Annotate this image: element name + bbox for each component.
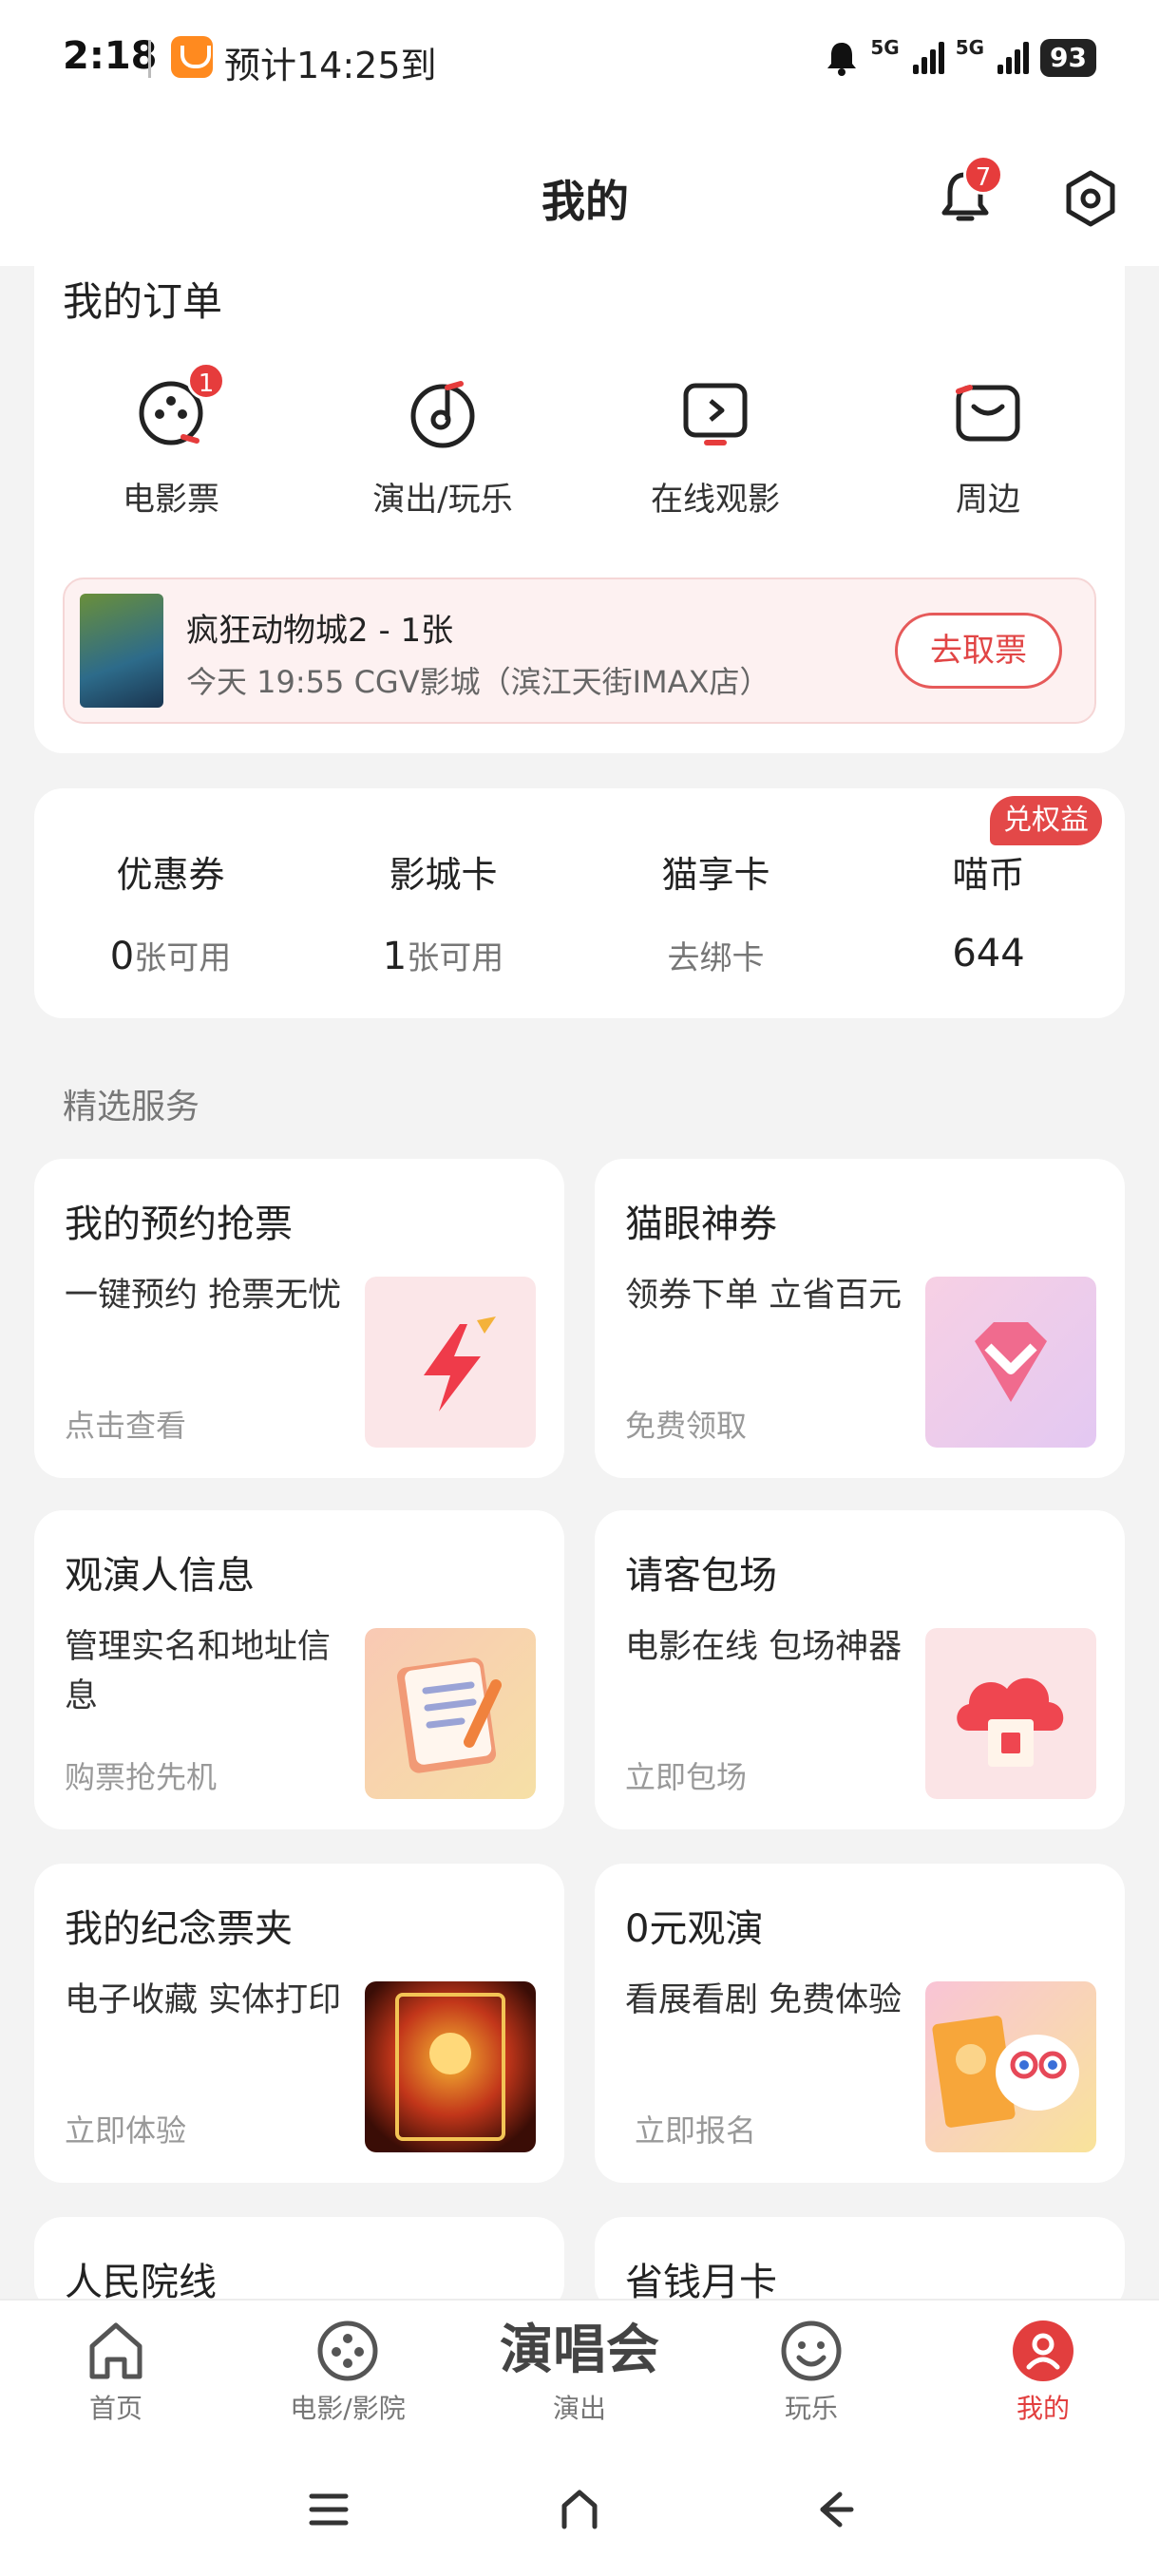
tab-label: 演出 bbox=[552, 2393, 606, 2424]
service-cta: 购票抢先机 bbox=[65, 1759, 218, 1795]
tab-label: 玩乐 bbox=[784, 2393, 838, 2424]
order-movie-tickets[interactable]: 电影票 bbox=[57, 378, 285, 520]
service-title: 观演人信息 bbox=[65, 1554, 255, 1598]
cloud-ticket-icon bbox=[925, 1628, 1096, 1799]
tab-label: 电影/影院 bbox=[290, 2393, 406, 2424]
notification-badge: 7 bbox=[963, 155, 1003, 195]
back-icon[interactable] bbox=[804, 2481, 861, 2538]
order-badge: 1 bbox=[187, 362, 225, 400]
battery-icon: 93 bbox=[1040, 39, 1096, 77]
wallet-cat-card[interactable]: 猫享卡 去绑卡 bbox=[580, 845, 852, 978]
tab-fun[interactable]: 玩乐 bbox=[716, 2318, 906, 2426]
service-desc: 领券下单 立省百元 bbox=[625, 1277, 902, 1315]
home-nav-icon[interactable] bbox=[551, 2481, 608, 2538]
music-note-icon bbox=[410, 381, 475, 448]
service-title: 0元观演 bbox=[625, 1907, 764, 1951]
service-title: 请客包场 bbox=[625, 1554, 777, 1598]
wallet-value: 644 bbox=[952, 932, 1025, 975]
service-desc: 看展看剧 免费体验 bbox=[625, 1981, 902, 2019]
status-time: 2:18 bbox=[63, 34, 158, 78]
orders-title: 我的订单 bbox=[63, 278, 223, 325]
clipboard-icon bbox=[365, 1628, 536, 1799]
tab-home[interactable]: 首页 bbox=[21, 2318, 211, 2426]
status-eta: 预计14:25到 bbox=[224, 45, 437, 86]
wallet-coins[interactable]: 喵币 644 bbox=[852, 845, 1125, 975]
signal-icon-1 bbox=[912, 42, 944, 74]
service-reservation[interactable]: 我的预约抢票 一键预约 抢票无忧 点击查看 bbox=[34, 1159, 564, 1478]
tab-label: 我的 bbox=[1016, 2393, 1070, 2424]
services-section-title: 精选服务 bbox=[63, 1088, 200, 1127]
service-souvenir-tickets[interactable]: 我的纪念票夹 电子收藏 实体打印 立即体验 bbox=[34, 1864, 564, 2183]
service-monthly-card[interactable]: 省钱月卡 bbox=[595, 2217, 1125, 2312]
film-reel-icon bbox=[317, 2320, 378, 2381]
order-online-viewing[interactable]: 在线观影 bbox=[601, 378, 829, 520]
wallet-label: 喵币 bbox=[952, 854, 1025, 896]
service-free-shows[interactable]: 0元观演 看展看剧 免费体验 立即报名 bbox=[595, 1864, 1125, 2183]
service-desc: 电影在线 包场神器 bbox=[625, 1628, 902, 1666]
play-screen-icon bbox=[683, 383, 748, 445]
tab-concerts[interactable]: 演唱会 演出 bbox=[484, 2318, 674, 2426]
wallet-value: 1张可用 bbox=[382, 935, 504, 978]
free-ticket-cat-icon bbox=[925, 1981, 1096, 2152]
profile-icon bbox=[1013, 2320, 1074, 2381]
menu-icon[interactable] bbox=[300, 2481, 357, 2538]
diamond-coupon-icon bbox=[925, 1277, 1096, 1448]
wallet-label: 猫享卡 bbox=[661, 854, 770, 896]
signal-icon-2 bbox=[998, 42, 1030, 74]
wallet-label: 影城卡 bbox=[389, 854, 498, 896]
service-cta: 立即体验 bbox=[65, 2112, 187, 2149]
tab-movies[interactable]: 电影/影院 bbox=[253, 2318, 443, 2426]
service-desc: 管理实名和地址信息 bbox=[65, 1628, 332, 1715]
network-type-1: 5G bbox=[870, 36, 900, 59]
network-type-2: 5G bbox=[955, 36, 985, 59]
service-people-cinemas[interactable]: 人民院线 bbox=[34, 2217, 564, 2312]
wallet-value: 去绑卡 bbox=[667, 939, 765, 977]
bell-silent-icon bbox=[827, 43, 857, 76]
order-label: 电影票 bbox=[123, 481, 219, 519]
order-label: 在线观影 bbox=[651, 481, 780, 519]
service-coupons[interactable]: 猫眼神券 领券下单 立省百元 免费领取 bbox=[595, 1159, 1125, 1478]
order-label: 演出/玩乐 bbox=[372, 481, 513, 519]
redeem-benefits-badge[interactable]: 兑权益 bbox=[990, 796, 1102, 845]
ticket-subtitle: 今天 19:55 CGV影城（滨江天街IMAX店） bbox=[186, 664, 770, 700]
ticket-title: 疯狂动物城2 - 1张 bbox=[186, 612, 454, 650]
order-merch[interactable]: 周边 bbox=[874, 378, 1102, 520]
movie-poster bbox=[80, 594, 163, 708]
service-title: 猫眼神券 bbox=[625, 1203, 777, 1246]
wallet-coupons[interactable]: 优惠券 0张可用 bbox=[34, 845, 307, 978]
service-title: 我的纪念票夹 bbox=[65, 1907, 293, 1951]
didi-app-icon bbox=[171, 36, 213, 78]
wallet-label: 优惠券 bbox=[116, 854, 225, 896]
service-desc: 一键预约 抢票无忧 bbox=[65, 1277, 342, 1315]
status-divider bbox=[148, 40, 151, 78]
tab-concert-logo: 演唱会 bbox=[500, 2320, 659, 2381]
home-icon bbox=[89, 2322, 142, 2379]
service-cta: 点击查看 bbox=[65, 1408, 187, 1444]
order-label: 周边 bbox=[956, 481, 1020, 519]
status-icons: 5G 5G 93 bbox=[825, 36, 1096, 80]
service-cta: 立即报名 bbox=[635, 2112, 757, 2149]
wallet-value: 0张可用 bbox=[109, 935, 232, 978]
service-attendee-info[interactable]: 观演人信息 管理实名和地址信息 购票抢先机 bbox=[34, 1510, 564, 1829]
service-cta: 免费领取 bbox=[625, 1408, 748, 1444]
service-title: 我的预约抢票 bbox=[65, 1203, 293, 1246]
settings-gear-icon[interactable] bbox=[1060, 168, 1121, 229]
service-desc: 电子收藏 实体打印 bbox=[65, 1981, 342, 2019]
lightning-icon bbox=[365, 1277, 536, 1448]
bag-icon bbox=[956, 385, 1020, 442]
wallet-cinema-card[interactable]: 影城卡 1张可用 bbox=[307, 845, 580, 978]
order-shows-fun[interactable]: 演出/玩乐 bbox=[329, 378, 557, 520]
service-private-screening[interactable]: 请客包场 电影在线 包场神器 立即包场 bbox=[595, 1510, 1125, 1829]
smile-icon bbox=[781, 2320, 842, 2381]
pickup-ticket-button[interactable]: 去取票 bbox=[895, 613, 1062, 689]
tab-label: 首页 bbox=[88, 2393, 142, 2424]
service-cta: 立即包场 bbox=[625, 1759, 748, 1795]
tab-mine[interactable]: 我的 bbox=[948, 2318, 1138, 2426]
souvenir-ticket-icon bbox=[365, 1981, 536, 2152]
